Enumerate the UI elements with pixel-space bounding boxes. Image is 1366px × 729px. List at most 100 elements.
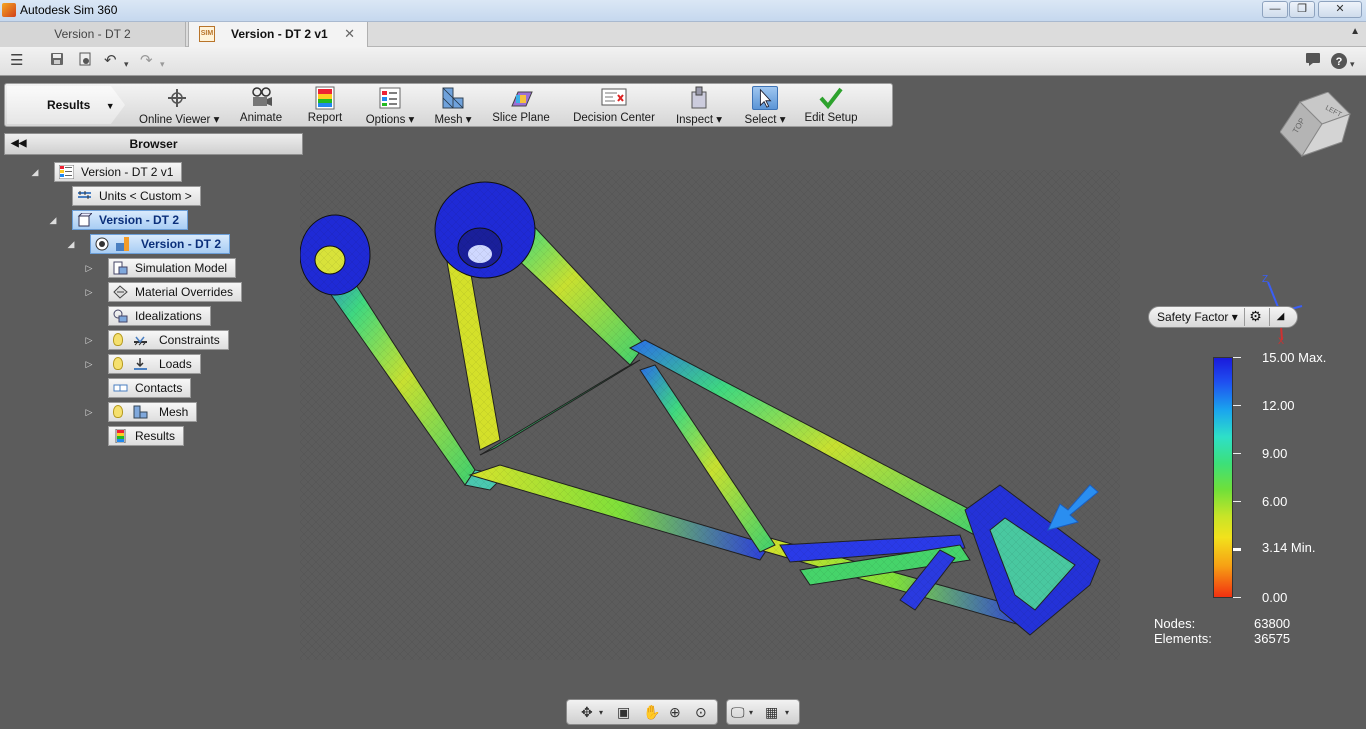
online-viewer-button[interactable]: Online Viewer ▾ — [139, 84, 219, 126]
grid-dropdown-icon[interactable]: ▾ — [785, 708, 789, 717]
zoom-window-icon[interactable]: ⊙ — [695, 704, 707, 721]
legend-min-marker — [1233, 548, 1241, 551]
collapse-panel-icon[interactable]: ◀◀ — [11, 134, 26, 154]
ribbon-toolbar: Results ▼ Online Viewer ▾ Animate Report… — [4, 83, 893, 127]
bracket-model[interactable] — [300, 170, 1120, 660]
options-icon — [379, 87, 401, 109]
film-camera-icon — [252, 87, 272, 106]
close-tab-icon[interactable]: ✕ — [344, 22, 355, 46]
minimize-button[interactable]: — — [1262, 1, 1288, 18]
nodes-label: Nodes: — [1154, 616, 1196, 631]
expand-toggle-icon[interactable]: ▷ — [84, 359, 94, 369]
redo-icon[interactable]: ↷ — [140, 52, 153, 70]
undo-icon[interactable]: ↶ — [104, 52, 117, 70]
browser-node-results[interactable]: Results — [108, 426, 185, 446]
expand-toggle-icon[interactable]: ◢ — [66, 239, 76, 249]
report-button[interactable]: Report — [303, 84, 347, 126]
legend-label-max: 15.00 Max. — [1262, 350, 1327, 365]
browser-node-contacts[interactable]: Contacts — [108, 378, 192, 398]
slice-plane-icon — [511, 91, 533, 107]
display-settings-icon[interactable]: 🖵 — [731, 704, 745, 721]
inspect-button[interactable]: Inspect ▾ — [675, 84, 723, 126]
decision-center-icon — [601, 88, 627, 106]
browser-node-idealizations[interactable]: Idealizations — [108, 306, 211, 326]
constraints-icon — [134, 336, 147, 346]
window-title: Autodesk Sim 360 — [20, 3, 118, 17]
help-icon[interactable]: ? — [1330, 52, 1348, 75]
material-icon — [113, 285, 128, 299]
expand-toggle-icon[interactable]: ◢ — [48, 215, 58, 225]
x-axis-label: X — [1278, 336, 1284, 344]
maximize-button[interactable]: ❐ — [1289, 1, 1315, 18]
legend-tick — [1233, 405, 1241, 406]
export-icon[interactable] — [78, 52, 92, 71]
browser-node-study[interactable]: Version - DT 2 — [90, 234, 231, 254]
svg-text:?: ? — [1336, 56, 1343, 68]
help-dropdown-icon[interactable]: ▾ — [1350, 55, 1355, 73]
tab-label: Version - DT 2 — [54, 27, 131, 41]
pan-hand-icon[interactable]: ✋ — [643, 704, 660, 721]
report-icon — [315, 86, 335, 110]
zoom-icon[interactable]: ⊕ — [669, 704, 681, 721]
mesh-button[interactable]: Mesh ▾ — [433, 84, 473, 126]
grid-icon[interactable]: ▦ — [765, 704, 778, 721]
expand-toggle-icon[interactable]: ▷ — [84, 287, 94, 297]
tab-overflow-icon[interactable]: ▲ — [1350, 26, 1360, 37]
view-cube[interactable]: LEFT TOP — [1280, 92, 1352, 164]
application-menu-icon[interactable]: ☰ — [10, 52, 23, 70]
browser-node-version-dt2-v1[interactable]: Version - DT 2 v1 — [54, 162, 183, 182]
safety-factor-color-bar — [1213, 357, 1233, 598]
browser-node-constraints[interactable]: Constraints — [108, 330, 229, 350]
display-settings-group: 🖵 ▾ ▦ ▾ — [726, 699, 800, 725]
navigation-bar: ✥ ▾ ▣ ✋ ⊕ ⊙ 🖵 ▾ ▦ ▾ — [566, 699, 800, 725]
look-at-icon[interactable]: ▣ — [617, 704, 630, 721]
result-type-label[interactable]: Safety Factor ▾ — [1157, 310, 1238, 324]
options-button[interactable]: Options ▾ — [365, 84, 415, 126]
elements-value: 36575 — [1254, 631, 1291, 646]
undo-dropdown-icon[interactable]: ▾ — [124, 55, 129, 73]
slice-plane-button[interactable]: Slice Plane — [491, 84, 551, 126]
nodes-value: 63800 — [1254, 616, 1291, 631]
z-axis-label: Z — [1262, 274, 1268, 285]
expand-toggle-icon[interactable]: ▷ — [84, 263, 94, 273]
visibility-bulb-icon[interactable] — [113, 357, 123, 370]
browser-node-simulation-model[interactable]: Simulation Model — [108, 258, 237, 278]
expand-toggle-icon[interactable]: ▷ — [84, 407, 94, 417]
design-cube-icon — [77, 213, 92, 227]
legend-tick — [1233, 453, 1241, 454]
close-window-button[interactable]: ✕ — [1318, 1, 1362, 18]
select-button[interactable]: Select ▾ — [743, 84, 787, 126]
visibility-bulb-icon[interactable] — [113, 333, 123, 346]
results-icon — [115, 429, 126, 443]
model-viewport[interactable] — [300, 170, 1120, 660]
visibility-bulb-icon[interactable] — [113, 405, 123, 418]
expand-toggle-icon[interactable]: ◢ — [30, 167, 40, 177]
results-workspace-selector[interactable]: Results ▼ — [7, 86, 125, 124]
legend-label: 6.00 — [1262, 494, 1288, 509]
loads-icon — [134, 358, 147, 370]
legend-result-selector[interactable]: Safety Factor ▾ ⚙ ◢ — [1148, 306, 1298, 328]
legend-pin-icon[interactable]: ◢ — [1269, 308, 1291, 326]
checkmark-icon — [819, 87, 843, 110]
units-icon — [78, 191, 91, 199]
expand-toggle-icon[interactable]: ▷ — [84, 335, 94, 345]
browser-node-material-overrides[interactable]: Material Overrides — [108, 282, 243, 302]
orbit-dropdown-icon[interactable]: ▾ — [599, 708, 603, 717]
save-icon[interactable] — [50, 52, 64, 71]
tab-version-dt2[interactable]: Version - DT 2 — [0, 22, 186, 47]
tab-version-dt2-v1[interactable]: SIM Version - DT 2 v1 ✕ — [188, 22, 368, 47]
redo-dropdown-icon[interactable]: ▾ — [160, 55, 165, 73]
decision-center-button[interactable]: Decision Center — [571, 84, 657, 126]
edit-setup-button[interactable]: Edit Setup — [803, 84, 859, 126]
browser-node-mesh[interactable]: Mesh — [108, 402, 198, 422]
browser-node-loads[interactable]: Loads — [108, 354, 201, 374]
animate-button[interactable]: Animate — [235, 84, 287, 126]
display-dropdown-icon[interactable]: ▾ — [749, 708, 753, 717]
legend-label: 12.00 — [1262, 398, 1295, 413]
browser-node-units[interactable]: Units < Custom > — [72, 186, 201, 206]
orbit-icon[interactable]: ✥ — [581, 704, 593, 721]
browser-node-version-dt2[interactable]: Version - DT 2 — [72, 210, 189, 230]
comments-icon[interactable] — [1305, 52, 1321, 71]
gear-icon[interactable]: ⚙ — [1244, 308, 1266, 326]
mesh-icon — [133, 405, 148, 419]
